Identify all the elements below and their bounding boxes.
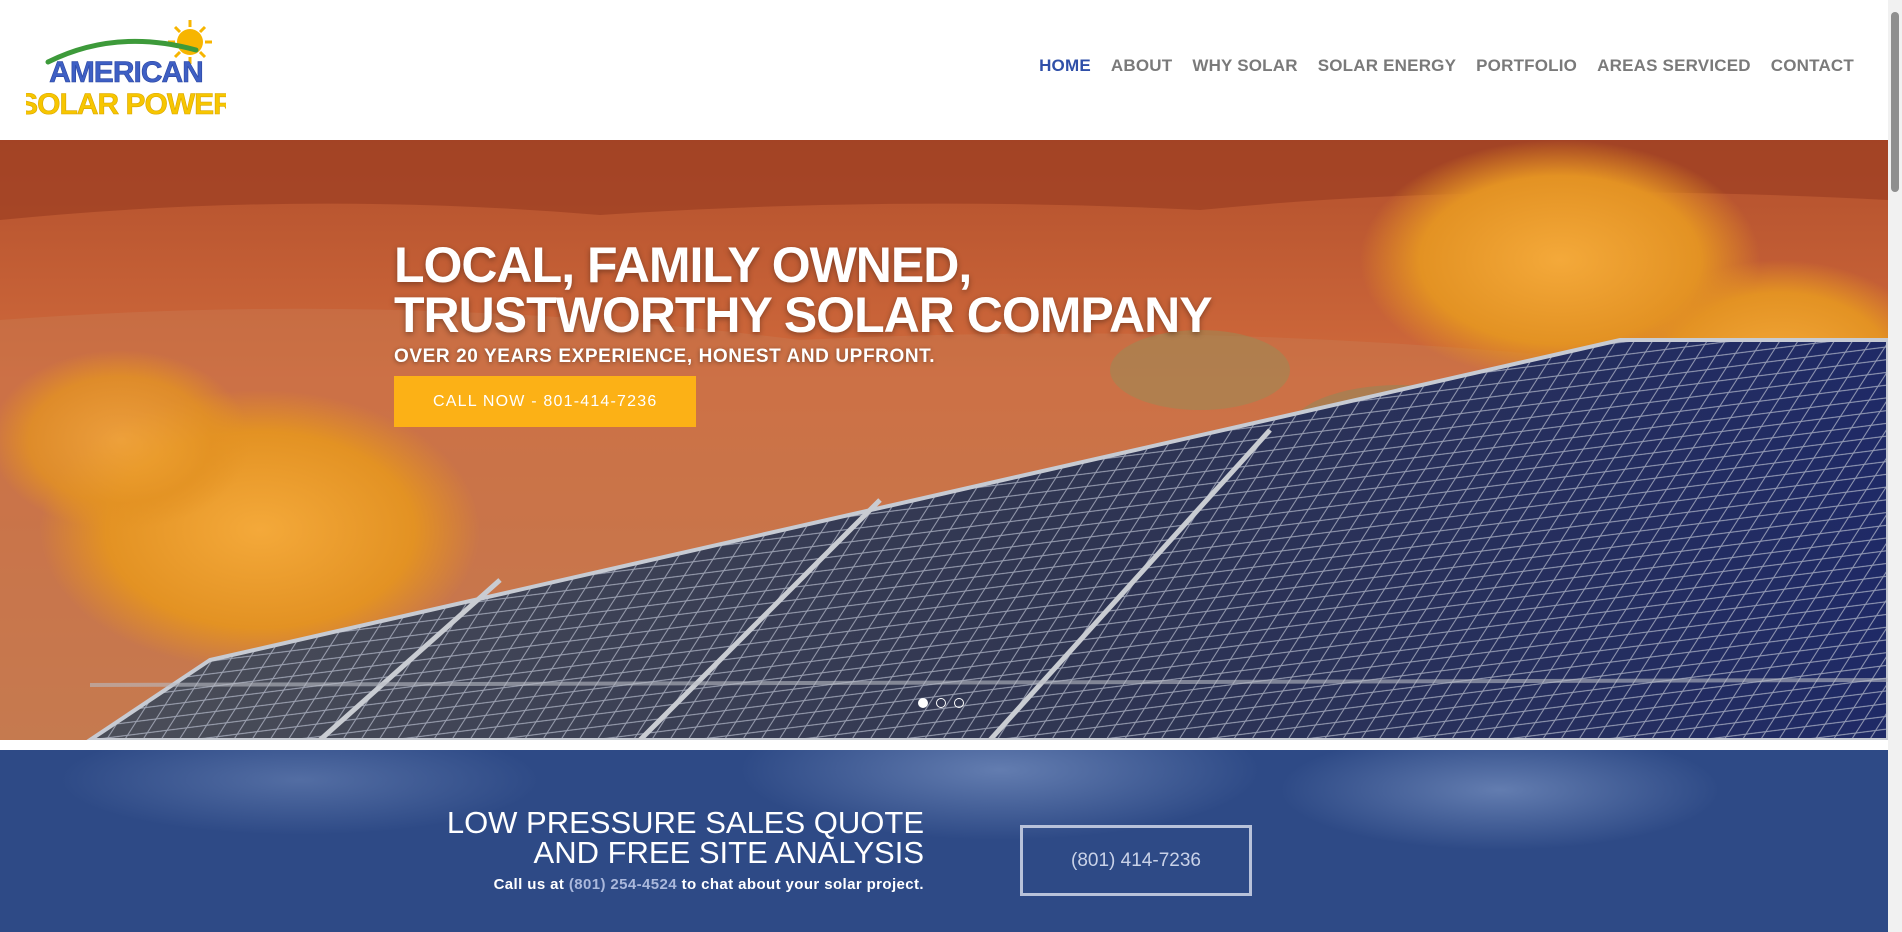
banner-sub-prefix: Call us at: [493, 876, 569, 893]
hero-title-line1: LOCAL, FAMILY OWNED,: [394, 237, 972, 293]
nav-areas-serviced[interactable]: AREAS SERVICED: [1597, 56, 1751, 76]
nav-contact[interactable]: CONTACT: [1771, 56, 1854, 76]
logo-text-solar-power: SOLAR POWER: [26, 88, 226, 121]
banner-text: LOW PRESSURE SALES QUOTE AND FREE SITE A…: [447, 807, 924, 893]
slider-dot-3[interactable]: [954, 698, 964, 708]
logo-image: AMERICAN SOLAR POWER: [26, 20, 226, 121]
hero-title: LOCAL, FAMILY OWNED, TRUSTWORTHY SOLAR C…: [394, 237, 1213, 343]
site-logo[interactable]: AMERICAN SOLAR POWER: [26, 20, 226, 124]
banner-title-line2: AND FREE SITE ANALYSIS: [533, 835, 924, 870]
slider-dot-2[interactable]: [936, 698, 946, 708]
scrollbar-thumb[interactable]: [1891, 12, 1899, 192]
banner-sub-suffix: to chat about your solar project.: [677, 876, 924, 893]
page-scrollbar[interactable]: [1888, 0, 1902, 932]
site-header: AMERICAN SOLAR POWER HOME ABOUT WHY SOLA…: [0, 0, 1888, 140]
main-nav: HOME ABOUT WHY SOLAR SOLAR ENERGY PORTFO…: [1039, 56, 1854, 76]
banner-subtitle: Call us at (801) 254-4524 to chat about …: [447, 876, 924, 893]
banner-phone-button[interactable]: (801) 414-7236: [1020, 825, 1252, 896]
nav-home[interactable]: HOME: [1039, 56, 1091, 76]
nav-why-solar[interactable]: WHY SOLAR: [1192, 56, 1297, 76]
nav-portfolio[interactable]: PORTFOLIO: [1476, 56, 1577, 76]
logo-text-american: AMERICAN: [49, 56, 203, 89]
banner-phone-link[interactable]: (801) 254-4524: [569, 876, 677, 893]
hero-caption: LOCAL, FAMILY OWNED, TRUSTWORTHY SOLAR C…: [394, 237, 1213, 427]
nav-solar-energy[interactable]: SOLAR ENERGY: [1318, 56, 1456, 76]
quote-banner: LOW PRESSURE SALES QUOTE AND FREE SITE A…: [0, 750, 1888, 932]
hero-background-image: [0, 140, 1888, 740]
slider-pagination: [918, 698, 964, 708]
banner-background-sky: [0, 750, 1888, 932]
call-now-button[interactable]: CALL NOW - 801-414-7236: [394, 376, 697, 427]
hero-title-line2: TRUSTWORTHY SOLAR COMPANY: [394, 287, 1213, 343]
banner-title: LOW PRESSURE SALES QUOTE AND FREE SITE A…: [447, 807, 924, 870]
hero-slider: LOCAL, FAMILY OWNED, TRUSTWORTHY SOLAR C…: [0, 140, 1888, 740]
hero-subtitle: OVER 20 YEARS EXPERIENCE, HONEST AND UPF…: [394, 346, 936, 367]
slider-dot-1[interactable]: [918, 698, 928, 708]
nav-about[interactable]: ABOUT: [1111, 56, 1172, 76]
